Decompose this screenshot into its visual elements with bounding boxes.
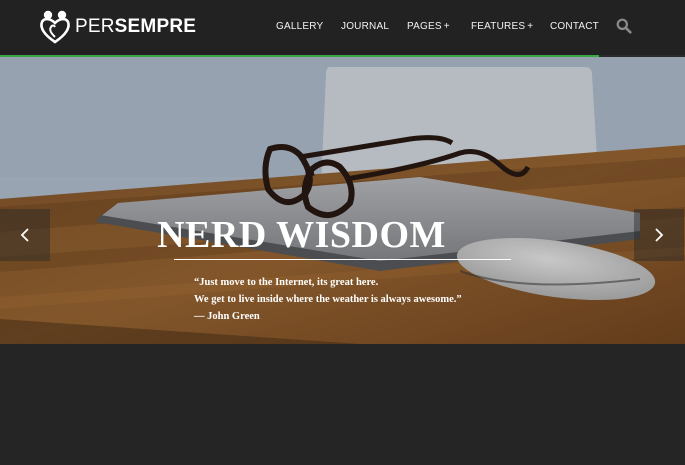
slide-quote: “Just move to the Internet, its great he… <box>194 274 462 325</box>
search-icon[interactable] <box>616 18 632 34</box>
title-divider <box>174 259 511 260</box>
quote-author: — John Green <box>194 311 260 322</box>
nav-item-pages[interactable]: PAGES + <box>407 21 450 32</box>
submenu-plus-icon: + <box>443 21 450 32</box>
chevron-right-icon <box>655 228 664 242</box>
submenu-plus-icon: + <box>527 21 534 32</box>
nav-item-label: CONTACT <box>550 21 599 32</box>
main-nav: GALLERY JOURNAL PAGES + FEATURES + CONTACT <box>0 0 685 54</box>
nav-item-label: JOURNAL <box>341 21 390 32</box>
nav-item-gallery[interactable]: GALLERY <box>276 21 323 32</box>
nav-item-label: FEATURES <box>471 21 526 32</box>
nav-item-contact[interactable]: CONTACT <box>550 21 599 32</box>
nav-item-label: GALLERY <box>276 21 324 32</box>
slider-prev-button[interactable] <box>0 209 50 261</box>
slide-title-text: NERD WISDOM <box>157 214 446 256</box>
quote-line-1: “Just move to the Internet, its great he… <box>194 277 379 288</box>
slider-next-button[interactable] <box>634 209 684 261</box>
slide-title: NERD WISDOM <box>0 213 685 257</box>
site-header: PERSEMPRE GALLERY JOURNAL PAGES + FEATURE… <box>0 0 685 56</box>
quote-line-2: We get to live inside where the weather … <box>194 294 462 305</box>
content-area <box>0 344 685 465</box>
nav-item-label: PAGES <box>407 21 442 32</box>
nav-item-journal[interactable]: JOURNAL <box>341 21 389 32</box>
hero-slider: NERD WISDOM “Just move to the Internet, … <box>0 57 685 344</box>
chevron-left-icon <box>20 228 29 242</box>
nav-item-features[interactable]: FEATURES + <box>471 21 533 32</box>
